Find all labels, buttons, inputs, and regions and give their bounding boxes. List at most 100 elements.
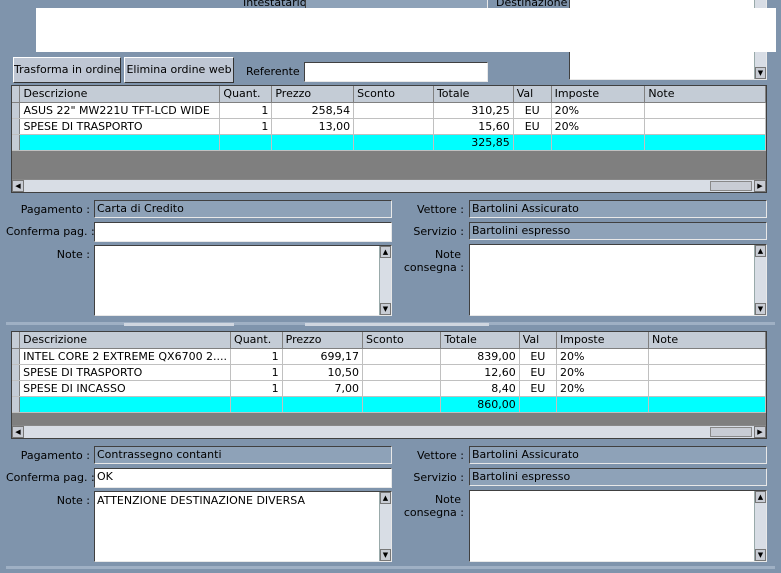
cell-quant[interactable]: 1	[230, 380, 283, 397]
cell-val[interactable]: EU	[519, 380, 558, 397]
note-scrollbar[interactable]: ▲ ▼	[379, 246, 391, 315]
cell-prezzo[interactable]: 699,17	[282, 348, 363, 365]
cell-note[interactable]	[648, 348, 766, 365]
col-totale[interactable]: Totale	[440, 332, 520, 349]
referente-input[interactable]	[304, 62, 488, 82]
scroll-up-icon[interactable]: ▲	[755, 491, 766, 503]
col-sconto[interactable]: Sconto	[353, 86, 434, 103]
scroll-up-icon[interactable]: ▲	[380, 246, 391, 258]
col-note[interactable]: Note	[648, 332, 766, 349]
note-textarea[interactable]: ▲ ▼	[94, 245, 392, 316]
col-totale[interactable]: Totale	[433, 86, 514, 103]
total-cell-empty	[519, 396, 558, 413]
splitter-handle[interactable]	[124, 323, 234, 326]
scroll-down-icon[interactable]: ▼	[755, 303, 766, 315]
col-descrizione[interactable]: Descrizione	[19, 86, 221, 103]
note-scrollbar[interactable]: ▲ ▼	[379, 492, 391, 561]
table-row[interactable]: SPESE DI INCASSO 1 7,00 8,40 EU 20%	[12, 380, 766, 397]
scroll-thumb[interactable]	[710, 181, 752, 191]
col-quant[interactable]: Quant.	[230, 332, 283, 349]
scroll-left-icon[interactable]: ◀	[12, 426, 24, 438]
cell-totale[interactable]: 12,60	[440, 364, 520, 381]
cell-val[interactable]: EU	[519, 348, 558, 365]
note-consegna-label-2: consegna :	[403, 506, 464, 519]
conferma-pag-input[interactable]: OK	[94, 468, 392, 488]
col-imposte[interactable]: Imposte	[556, 332, 650, 349]
cell-imposte[interactable]: 20%	[556, 364, 650, 381]
cell-descrizione[interactable]: INTEL CORE 2 EXTREME QX6700 2....	[19, 348, 232, 365]
note-textarea[interactable]: ATTENZIONE DESTINAZIONE DIVERSA ▲ ▼	[94, 491, 392, 562]
scroll-right-icon[interactable]: ▶	[754, 180, 766, 192]
conferma-pag-input[interactable]	[94, 222, 392, 242]
col-prezzo[interactable]: Prezzo	[282, 332, 363, 349]
cell-sconto[interactable]	[362, 380, 442, 397]
cell-note[interactable]	[644, 118, 766, 135]
splitter-handle[interactable]	[305, 323, 489, 326]
table-row[interactable]: SPESE DI TRASPORTO 1 13,00 15,60 EU 20%	[12, 118, 766, 135]
cell-descrizione[interactable]: SPESE DI INCASSO	[19, 380, 232, 397]
cell-imposte[interactable]: 20%	[556, 348, 650, 365]
pagamento-field: Contrassegno contanti	[94, 446, 392, 464]
scroll-down-icon[interactable]: ▼	[755, 67, 766, 79]
scroll-thumb[interactable]	[710, 427, 752, 437]
col-prezzo[interactable]: Prezzo	[271, 86, 355, 103]
cell-prezzo[interactable]: 10,50	[282, 364, 363, 381]
note-consegna-textarea[interactable]: ▲ ▼	[469, 244, 767, 316]
cell-descrizione[interactable]: ASUS 22" MW221U TFT-LCD WIDE	[19, 102, 221, 119]
cell-sconto[interactable]	[353, 118, 434, 135]
cell-totale[interactable]: 310,25	[433, 102, 514, 119]
scroll-down-icon[interactable]: ▼	[380, 549, 391, 561]
col-imposte[interactable]: Imposte	[551, 86, 646, 103]
total-cell-empty	[19, 396, 232, 413]
note-consegna-label: Note	[434, 248, 461, 261]
cell-sconto[interactable]	[353, 102, 434, 119]
cell-note[interactable]	[644, 102, 766, 119]
elimina-ordine-web-button[interactable]: Elimina ordine web	[124, 57, 234, 83]
cell-imposte[interactable]: 20%	[551, 118, 646, 135]
cell-descrizione[interactable]: SPESE DI TRASPORTO	[19, 364, 232, 381]
cell-quant[interactable]: 1	[219, 118, 273, 135]
scroll-right-icon[interactable]: ▶	[754, 426, 766, 438]
cell-quant[interactable]: 1	[219, 102, 273, 119]
col-val[interactable]: Val	[513, 86, 552, 103]
cell-imposte[interactable]: 20%	[551, 102, 646, 119]
cell-prezzo[interactable]: 7,00	[282, 380, 363, 397]
table-row[interactable]: ASUS 22" MW221U TFT-LCD WIDE 1 258,54 31…	[12, 102, 766, 119]
col-note[interactable]: Note	[644, 86, 766, 103]
cell-sconto[interactable]	[362, 348, 442, 365]
note-consegna-scrollbar[interactable]: ▲ ▼	[754, 491, 766, 561]
cell-val[interactable]: EU	[513, 102, 552, 119]
scroll-down-icon[interactable]: ▼	[755, 549, 766, 561]
trasforma-in-ordine-button[interactable]: Trasforma in ordine	[13, 57, 121, 83]
scroll-left-icon[interactable]: ◀	[12, 180, 24, 192]
table-row[interactable]: SPESE DI TRASPORTO 1 10,50 12,60 EU 20%	[12, 364, 766, 381]
col-descrizione[interactable]: Descrizione	[19, 332, 232, 349]
cell-note[interactable]	[648, 364, 766, 381]
cell-val[interactable]: EU	[519, 364, 558, 381]
cell-sconto[interactable]	[362, 364, 442, 381]
total-cell-empty	[644, 134, 766, 151]
scroll-down-icon[interactable]: ▼	[380, 303, 391, 315]
cell-prezzo[interactable]: 13,00	[271, 118, 355, 135]
scroll-up-icon[interactable]: ▲	[755, 245, 766, 257]
order2-hscrollbar[interactable]: ◀ ▶	[12, 425, 766, 438]
cell-imposte[interactable]: 20%	[556, 380, 650, 397]
cell-val[interactable]: EU	[513, 118, 552, 135]
scroll-up-icon[interactable]: ▲	[380, 492, 391, 504]
col-val[interactable]: Val	[519, 332, 558, 349]
cell-quant[interactable]: 1	[230, 348, 283, 365]
cell-descrizione[interactable]: SPESE DI TRASPORTO	[19, 118, 221, 135]
note-consegna-textarea[interactable]: ▲ ▼	[469, 490, 767, 562]
cell-prezzo[interactable]: 258,54	[271, 102, 355, 119]
cell-note[interactable]	[648, 380, 766, 397]
order1-hscrollbar[interactable]: ◀ ▶	[12, 179, 766, 192]
cell-totale[interactable]: 8,40	[440, 380, 520, 397]
note-label: Note :	[56, 248, 90, 261]
cell-quant[interactable]: 1	[230, 364, 283, 381]
table-row[interactable]: INTEL CORE 2 EXTREME QX6700 2.... 1 699,…	[12, 348, 766, 365]
col-sconto[interactable]: Sconto	[362, 332, 442, 349]
cell-totale[interactable]: 839,00	[440, 348, 520, 365]
note-consegna-scrollbar[interactable]: ▲ ▼	[754, 245, 766, 315]
col-quant[interactable]: Quant.	[219, 86, 273, 103]
cell-totale[interactable]: 15,60	[433, 118, 514, 135]
